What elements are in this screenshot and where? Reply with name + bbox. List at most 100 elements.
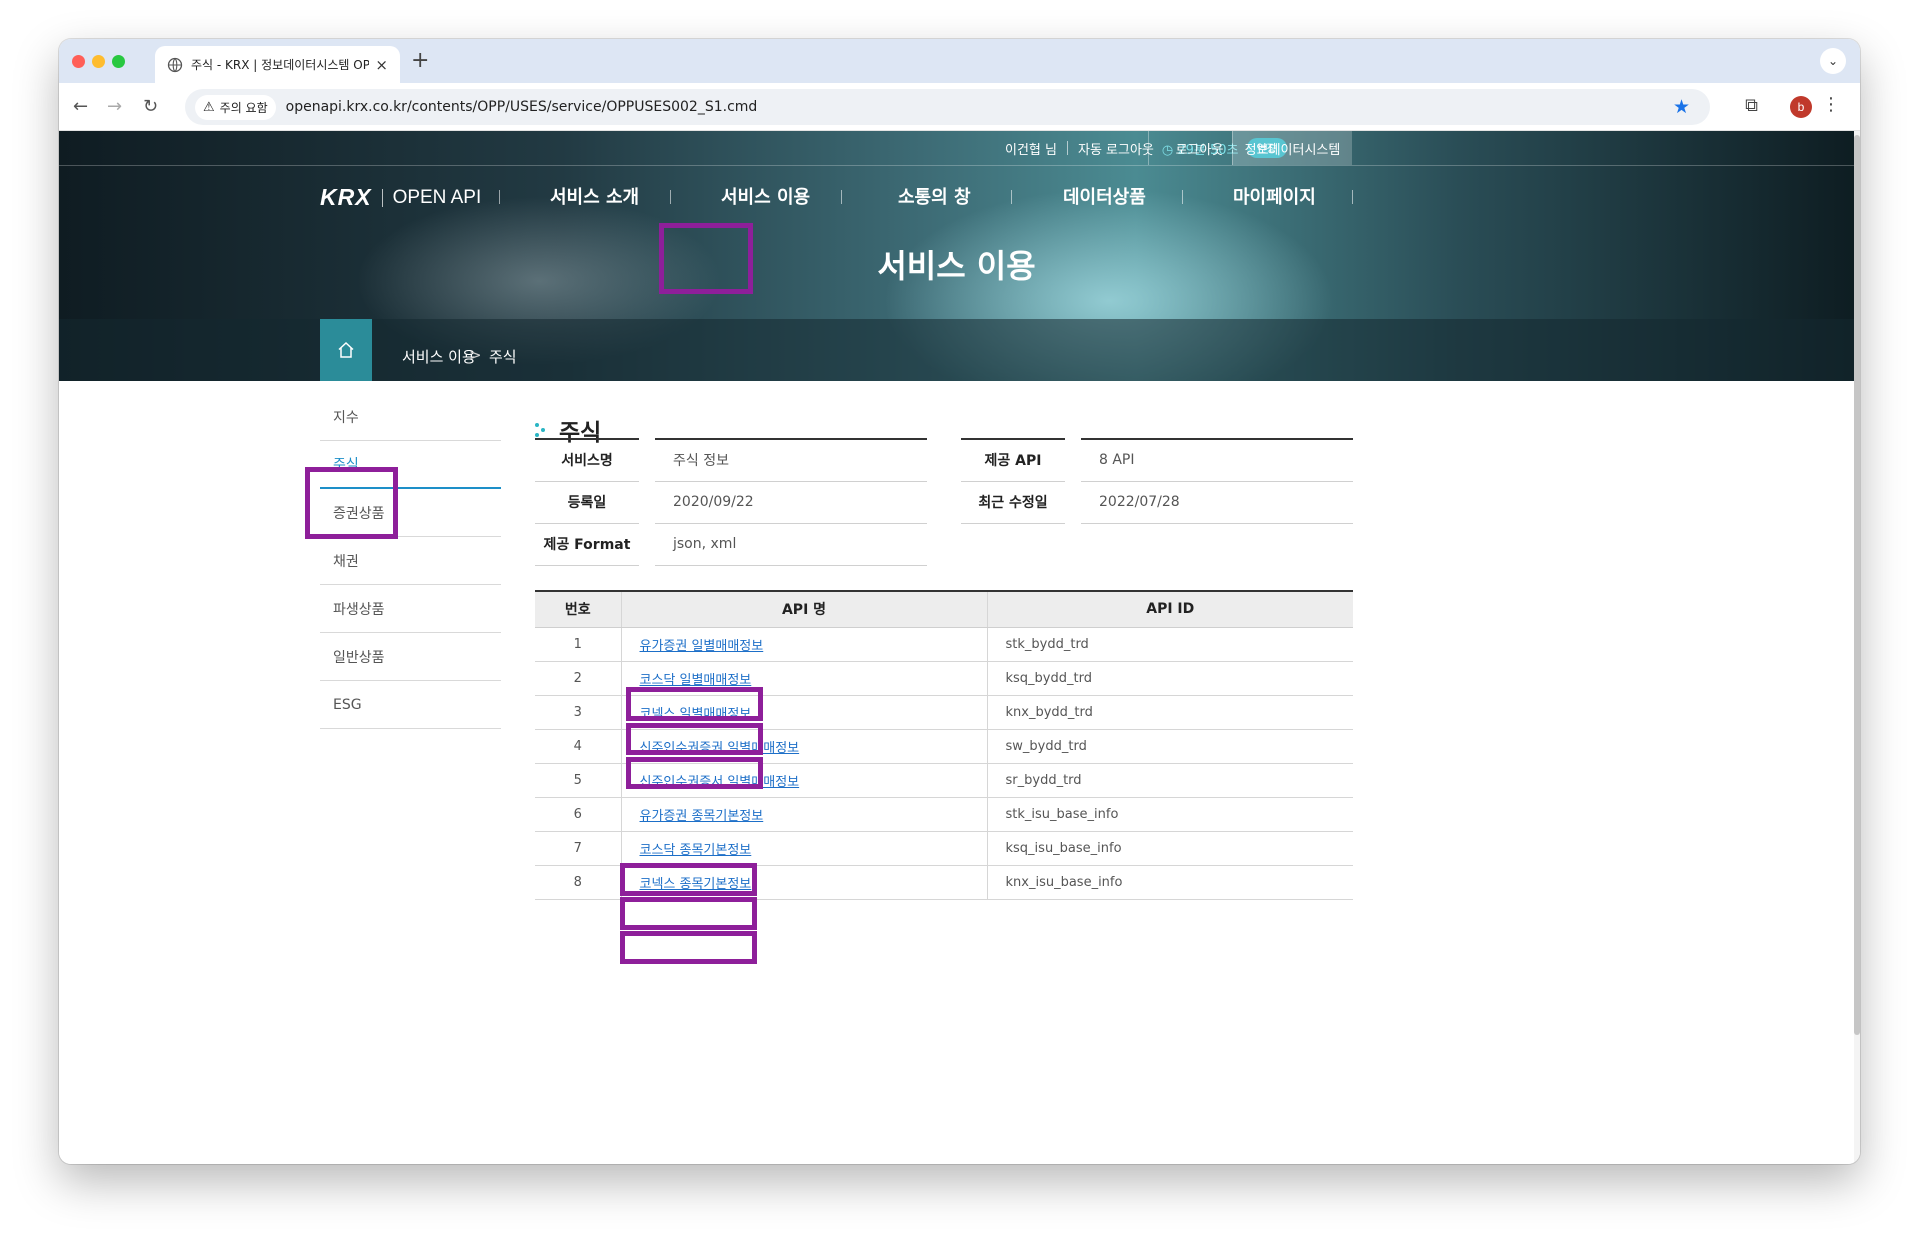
api-name-link[interactable]: 코스닥 종목기본정보 xyxy=(640,843,752,858)
gnav-separator xyxy=(1352,190,1353,204)
hero-title: 서비스 이용 xyxy=(877,247,1036,285)
format-label: 제공 Format xyxy=(535,523,639,566)
scrollbar-thumb[interactable] xyxy=(1854,135,1860,1035)
data-system-button[interactable]: 정보데이터시스템 xyxy=(1232,131,1352,165)
api-name-link[interactable]: 유가증권 일별매매정보 xyxy=(640,639,764,654)
api-count-label: 제공 API xyxy=(961,438,1065,482)
maximize-window-button[interactable] xyxy=(112,55,125,68)
annotation-box-row2 xyxy=(626,723,763,755)
new-tab-button[interactable]: + xyxy=(411,48,429,73)
api-id: knx_bydd_trd xyxy=(986,695,1353,730)
service-name-label: 서비스명 xyxy=(535,438,639,482)
user-name: 이건협 님 xyxy=(1005,142,1057,158)
sidebar-item-derivatives[interactable]: 파생상품 xyxy=(320,585,501,633)
gnav-communication[interactable]: 소통의 창 xyxy=(898,183,971,209)
api-name-link[interactable]: 코스닥 일별매매정보 xyxy=(640,673,752,688)
api-id: ksq_isu_base_info xyxy=(986,831,1353,866)
modified-value: 2022/07/28 xyxy=(1081,481,1353,524)
breadcrumb-level2[interactable]: 주식 xyxy=(489,346,517,367)
browser-toolbar: ← → ↻ ⚠ 주의 요함 openapi.krx.co.kr/contents… xyxy=(59,83,1860,131)
breadcrumb-level1[interactable]: 서비스 이용 xyxy=(402,346,476,367)
modified-label: 최근 수정일 xyxy=(961,481,1065,524)
gnav-service-use[interactable]: 서비스 이용 xyxy=(721,183,810,209)
tab-search-button[interactable]: ⌄ xyxy=(1820,48,1846,74)
extensions-icon[interactable]: ⧉ xyxy=(1745,95,1758,116)
gnav-separator xyxy=(670,190,671,204)
registered-value: 2020/09/22 xyxy=(655,481,927,524)
tab-title: 주식 - KRX | 정보데이터시스템 OP xyxy=(191,58,370,72)
annotation-box-row3 xyxy=(626,757,763,789)
gnav-separator xyxy=(1011,190,1012,204)
home-icon xyxy=(338,341,354,358)
api-id: stk_isu_base_info xyxy=(986,797,1353,832)
annotation-box-row6 xyxy=(620,863,757,896)
sidebar-item-bonds[interactable]: 채권 xyxy=(320,537,501,585)
address-bar[interactable]: ⚠ 주의 요함 openapi.krx.co.kr/contents/OPP/U… xyxy=(185,89,1710,125)
web-page: 이건협 님 자동 로그아웃 ◷ 29분 50초 연장 로그아웃 정보데이터시스템… xyxy=(59,131,1854,1164)
home-button[interactable] xyxy=(320,319,372,381)
gnav-data-products[interactable]: 데이터상품 xyxy=(1063,183,1146,209)
table-row: 7 코스닥 종목기본정보 ksq_isu_base_info xyxy=(535,831,1353,866)
row-number: 6 xyxy=(535,797,621,832)
sidebar-nav: 지수 주식 증권상품 채권 파생상품 일반상품 ESG xyxy=(320,393,501,729)
globe-icon xyxy=(167,57,183,72)
sidebar-item-esg[interactable]: ESG xyxy=(320,681,501,729)
annotation-box-row8 xyxy=(620,931,757,964)
api-count-value: 8 API xyxy=(1081,438,1353,482)
gnav-separator xyxy=(1182,190,1183,204)
krx-open-api-logo[interactable]: KRX OPEN API xyxy=(320,184,481,211)
row-number: 4 xyxy=(535,729,621,764)
security-warning-label: 주의 요함 xyxy=(219,100,268,115)
service-name-value: 주식 정보 xyxy=(655,438,927,482)
gnav-separator xyxy=(841,190,842,204)
gnav-mypage[interactable]: 마이페이지 xyxy=(1233,183,1316,209)
logo-divider xyxy=(381,188,383,207)
bookmark-star-icon[interactable]: ★ xyxy=(1673,96,1690,118)
gnav-separator xyxy=(499,190,500,204)
browser-tab[interactable]: 주식 - KRX | 정보데이터시스템 OP × xyxy=(155,46,400,83)
format-value: json, xml xyxy=(655,523,927,566)
gnav-service-intro[interactable]: 서비스 소개 xyxy=(550,183,639,209)
close-window-button[interactable] xyxy=(72,55,85,68)
bullet-dots-icon xyxy=(535,423,549,437)
annotation-box-row1 xyxy=(626,687,763,721)
api-id: sr_bydd_trd xyxy=(986,763,1353,798)
tab-strip: 주식 - KRX | 정보데이터시스템 OP × + ⌄ xyxy=(59,39,1860,83)
sidebar-item-index[interactable]: 지수 xyxy=(320,393,501,441)
table-row: 1 유가증권 일별매매정보 stk_bydd_trd xyxy=(535,627,1353,662)
table-row: 6 유가증권 종목기본정보 stk_isu_base_info xyxy=(535,797,1353,832)
back-arrow-icon[interactable]: ← xyxy=(73,96,88,117)
col-header-number: 번호 xyxy=(535,590,621,628)
col-header-api-id: API ID xyxy=(986,590,1353,628)
service-info-table: 서비스명 주식 정보 제공 API 8 API 등록일 2020/09/22 최… xyxy=(535,438,1353,566)
api-id: ksq_bydd_trd xyxy=(986,661,1353,696)
api-id: sw_bydd_trd xyxy=(986,729,1353,764)
row-number: 3 xyxy=(535,695,621,730)
annotation-box-sidebar xyxy=(305,467,398,539)
utility-separator xyxy=(1066,141,1068,155)
minimize-window-button[interactable] xyxy=(92,55,105,68)
api-id: knx_isu_base_info xyxy=(986,865,1353,900)
row-number: 5 xyxy=(535,763,621,798)
api-name-link[interactable]: 유가증권 종목기본정보 xyxy=(640,809,764,824)
col-header-api-name: API 명 xyxy=(620,590,987,628)
utility-divider xyxy=(59,165,1854,166)
auto-logout-label: 자동 로그아웃 xyxy=(1077,142,1154,158)
annotation-box-row7 xyxy=(620,897,757,930)
profile-avatar[interactable]: b xyxy=(1790,96,1812,118)
logo-product: OPEN API xyxy=(392,186,482,208)
browser-menu-icon[interactable]: ⋮ xyxy=(1822,94,1840,115)
breadcrumb-chevron-icon: > xyxy=(469,346,482,364)
warning-icon: ⚠ xyxy=(203,99,215,115)
url-text[interactable]: openapi.krx.co.kr/contents/OPP/USES/serv… xyxy=(286,99,758,115)
page-scrollbar[interactable] xyxy=(1854,131,1860,1164)
forward-arrow-icon[interactable]: → xyxy=(107,96,122,117)
browser-window: 주식 - KRX | 정보데이터시스템 OP × + ⌄ ← → ↻ ⚠ 주의 … xyxy=(59,39,1860,1164)
tab-close-icon[interactable]: × xyxy=(375,56,388,74)
api-id: stk_bydd_trd xyxy=(986,627,1353,662)
row-number: 2 xyxy=(535,661,621,696)
logo-brand: KRX xyxy=(320,184,372,210)
sidebar-item-general-products[interactable]: 일반상품 xyxy=(320,633,501,681)
security-warning-chip[interactable]: ⚠ 주의 요함 xyxy=(195,94,276,120)
reload-icon[interactable]: ↻ xyxy=(143,96,158,117)
